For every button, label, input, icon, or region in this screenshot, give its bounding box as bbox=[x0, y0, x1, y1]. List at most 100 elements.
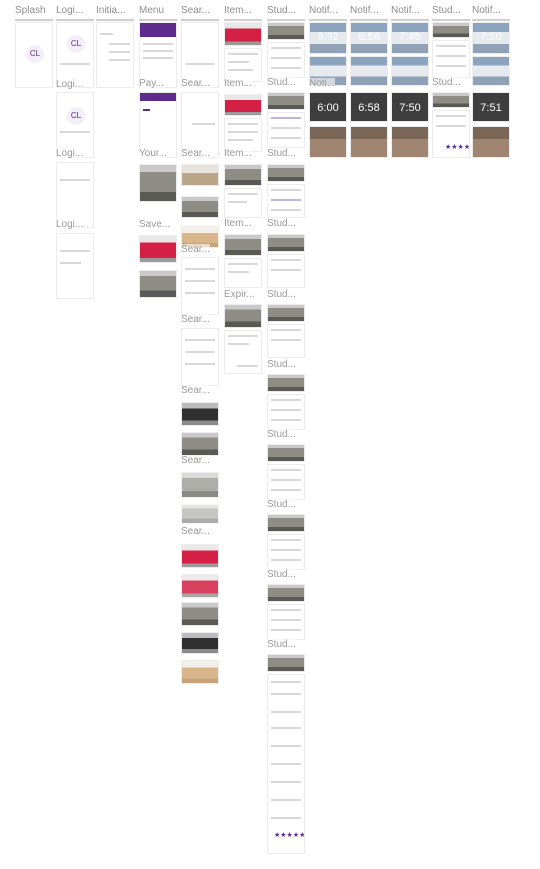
text-line bbox=[100, 33, 113, 35]
listing-image[interactable] bbox=[139, 164, 177, 202]
column-label-notif-3: Notif... bbox=[391, 5, 420, 16]
screen-thumbnail-splash[interactable]: CL bbox=[15, 22, 53, 88]
text-line bbox=[228, 131, 258, 133]
item-image[interactable] bbox=[224, 164, 262, 186]
group-label-payment: Pay... bbox=[139, 78, 164, 89]
listing-image[interactable] bbox=[181, 504, 219, 524]
group-label-your: Your... bbox=[139, 148, 167, 159]
listing-image[interactable] bbox=[139, 270, 177, 298]
text-line bbox=[271, 711, 301, 713]
column-label-student-2: Stud... bbox=[432, 5, 461, 16]
notification-lockscreen[interactable]: 7:50 bbox=[391, 92, 429, 122]
screen-thumbnail-filter-1[interactable] bbox=[181, 257, 219, 315]
text-line bbox=[271, 745, 301, 747]
student-listing-image[interactable] bbox=[267, 164, 305, 182]
group-label-login: Logi... bbox=[56, 219, 84, 230]
text-line bbox=[185, 351, 215, 353]
item-image[interactable] bbox=[224, 94, 262, 116]
notification-lockscreen[interactable] bbox=[472, 126, 510, 158]
group-label-student: Stud... bbox=[267, 359, 296, 370]
text-line bbox=[228, 61, 249, 63]
screen-header bbox=[140, 93, 176, 101]
group-label-saved: Save... bbox=[139, 219, 171, 230]
group-label-search: Sear... bbox=[181, 455, 210, 466]
group-label-student: Stud... bbox=[267, 429, 296, 440]
student-listing-image[interactable] bbox=[267, 584, 305, 602]
screen-thumbnail-initial[interactable] bbox=[96, 22, 134, 88]
student-listing-image[interactable] bbox=[432, 22, 470, 38]
student-listing-image[interactable] bbox=[267, 22, 305, 40]
item-image[interactable] bbox=[224, 304, 262, 328]
student-listing-image[interactable] bbox=[267, 304, 305, 322]
text-line bbox=[271, 817, 301, 819]
notification-lockscreen[interactable]: 6:58 bbox=[350, 92, 388, 122]
student-listing-image[interactable] bbox=[267, 374, 305, 392]
listing-image[interactable] bbox=[181, 632, 219, 654]
text-line bbox=[185, 280, 215, 282]
student-listing-image[interactable] bbox=[267, 514, 305, 532]
text-line bbox=[109, 59, 130, 61]
student-listing-image[interactable] bbox=[267, 654, 305, 672]
text-line bbox=[143, 50, 173, 52]
listing-image[interactable] bbox=[181, 432, 219, 456]
listing-image[interactable] bbox=[181, 574, 219, 598]
column-rule bbox=[309, 19, 347, 21]
student-listing-image[interactable] bbox=[432, 92, 470, 108]
notification-lockscreen[interactable]: 7:50 bbox=[472, 22, 510, 54]
notification-lockscreen[interactable] bbox=[350, 56, 388, 86]
lockscreen-time: 7:51 bbox=[480, 102, 502, 114]
notification-lockscreen[interactable]: 6:32 bbox=[309, 22, 347, 54]
screen-thumbnail-filter-2[interactable] bbox=[181, 328, 219, 386]
notification-lockscreen[interactable] bbox=[391, 56, 429, 86]
student-offer bbox=[267, 464, 305, 500]
text-line bbox=[185, 63, 215, 65]
student-offer bbox=[432, 40, 470, 78]
group-label-login: Logi... bbox=[56, 79, 84, 90]
column-rule bbox=[56, 19, 94, 21]
text-line bbox=[185, 363, 215, 365]
notification-lockscreen[interactable] bbox=[391, 126, 429, 158]
group-label-student: Stud... bbox=[267, 77, 296, 88]
screen-thumbnail-login-4[interactable] bbox=[56, 233, 94, 299]
student-listing-image[interactable] bbox=[267, 444, 305, 462]
rating-stars[interactable]: ★★★★★ bbox=[445, 143, 469, 151]
listing-image[interactable] bbox=[181, 402, 219, 426]
app-logo: CL bbox=[26, 45, 44, 63]
item-image[interactable] bbox=[224, 22, 262, 46]
notification-lockscreen[interactable] bbox=[472, 56, 510, 86]
text-line bbox=[271, 469, 301, 471]
column-label-initial: Initia... bbox=[96, 5, 126, 16]
listing-image[interactable] bbox=[181, 544, 219, 568]
notification-lockscreen[interactable]: 6:00 bbox=[309, 92, 347, 122]
text-line bbox=[271, 727, 301, 729]
student-listing-image[interactable] bbox=[267, 234, 305, 252]
listing-image[interactable] bbox=[181, 164, 219, 186]
group-label-search: Sear... bbox=[181, 314, 210, 325]
notification-lockscreen[interactable] bbox=[309, 126, 347, 158]
text-line bbox=[60, 179, 90, 181]
rating-stars[interactable]: ★★★★★ bbox=[274, 831, 304, 839]
column-label-notif-4: Notif... bbox=[472, 5, 501, 16]
item-image[interactable] bbox=[224, 234, 262, 256]
text-line bbox=[271, 681, 301, 683]
student-listing-image[interactable] bbox=[267, 92, 305, 110]
text-line bbox=[271, 67, 301, 69]
listing-image[interactable] bbox=[139, 235, 177, 263]
notification-lockscreen[interactable] bbox=[350, 126, 388, 158]
notification-lockscreen[interactable]: 7:45 bbox=[391, 22, 429, 54]
group-label-student: Stud... bbox=[267, 499, 296, 510]
text-line bbox=[271, 763, 301, 765]
app-logo: CL bbox=[67, 35, 85, 53]
listing-image[interactable] bbox=[181, 472, 219, 498]
lockscreen-time: 6:00 bbox=[317, 102, 339, 114]
item-details bbox=[224, 188, 262, 218]
listing-image[interactable] bbox=[181, 602, 219, 626]
group-label-search: Sear... bbox=[181, 526, 210, 537]
student-offer bbox=[267, 604, 305, 640]
listing-image[interactable] bbox=[181, 196, 219, 218]
group-label-student: Stud... bbox=[432, 77, 461, 88]
notification-lockscreen[interactable]: 6:58 bbox=[350, 22, 388, 54]
item-details bbox=[224, 48, 262, 82]
listing-image[interactable] bbox=[181, 660, 219, 684]
notification-lockscreen[interactable]: 7:51 bbox=[472, 92, 510, 122]
